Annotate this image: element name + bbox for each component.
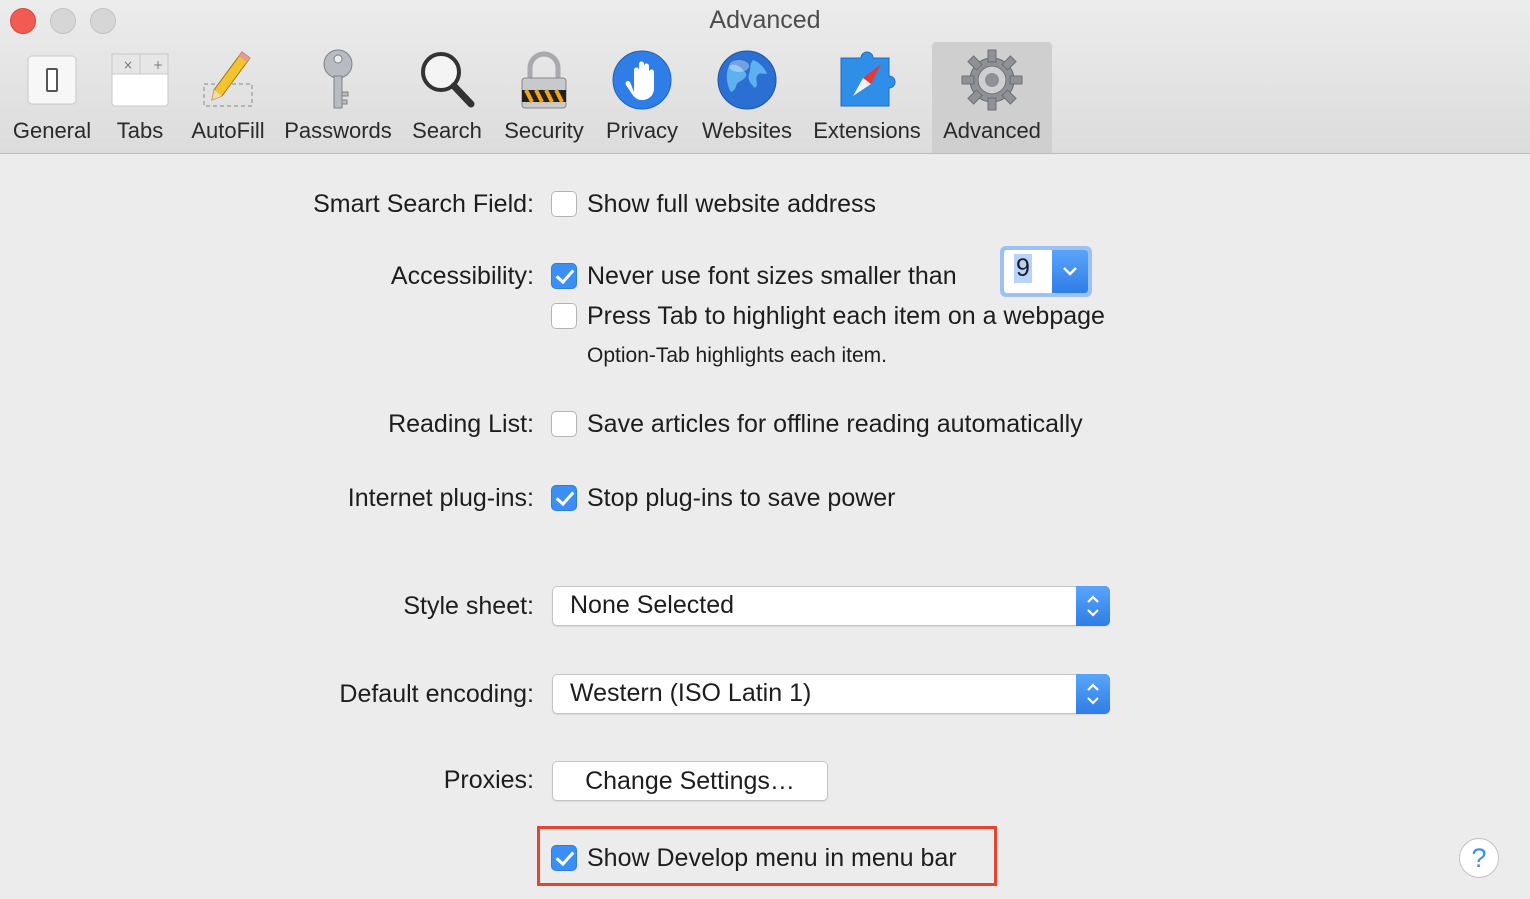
tab-passwords-label: Passwords xyxy=(284,118,392,143)
pencil-icon xyxy=(203,51,253,107)
encoding-label: Default encoding: xyxy=(339,680,534,708)
tab-security-label: Security xyxy=(504,118,584,143)
change-settings-button[interactable]: Change Settings… xyxy=(552,761,828,801)
globe-icon xyxy=(717,50,777,110)
proxies-label: Proxies: xyxy=(443,766,534,794)
tab-advanced-label: Advanced xyxy=(943,118,1041,143)
tab-general-label: General xyxy=(12,118,92,143)
min-font-size-combobox[interactable]: 9 xyxy=(1000,246,1092,297)
tab-extensions[interactable]: Extensions xyxy=(806,42,928,153)
up-down-chevron-icon xyxy=(1087,595,1099,617)
tab-passwords[interactable]: Passwords xyxy=(278,42,398,153)
plugins-label: Internet plug-ins: xyxy=(347,484,534,512)
style-sheet-value: None Selected xyxy=(570,591,735,619)
tab-general[interactable]: General xyxy=(4,42,100,153)
general-switch-icon xyxy=(27,55,77,105)
reading-list-label: Reading List: xyxy=(388,410,534,438)
tab-autofill-label: AutoFill xyxy=(191,118,265,143)
tab-websites[interactable]: Websites xyxy=(692,42,802,153)
tabs-icon: × + xyxy=(111,53,169,107)
show-full-address-option[interactable]: Show full website address xyxy=(587,190,876,219)
tab-advanced[interactable]: Advanced xyxy=(932,42,1052,153)
style-sheet-stepper[interactable] xyxy=(1076,586,1110,626)
puzzle-compass-icon xyxy=(840,51,896,107)
accessibility-label: Accessibility: xyxy=(390,262,534,290)
show-full-address-checkbox[interactable] xyxy=(551,191,577,217)
preferences-toolbar: Advanced General × + Tabs AutoFill Passw… xyxy=(0,0,1530,154)
svg-text:×: × xyxy=(123,58,133,72)
style-sheet-popup[interactable]: None Selected xyxy=(552,586,1110,626)
press-tab-checkbox[interactable] xyxy=(551,303,577,329)
hand-icon xyxy=(612,50,672,110)
stop-plugins-checkbox[interactable] xyxy=(551,485,577,511)
tab-security[interactable]: Security xyxy=(496,42,592,153)
key-icon xyxy=(323,49,353,109)
tab-extensions-label: Extensions xyxy=(813,118,921,143)
show-develop-menu-option[interactable]: Show Develop menu in menu bar xyxy=(587,844,957,873)
svg-text:+: + xyxy=(153,58,163,72)
gear-icon xyxy=(961,49,1023,111)
window-title: Advanced xyxy=(709,6,821,34)
min-font-size-option[interactable]: Never use font sizes smaller than xyxy=(587,262,957,291)
min-font-size-checkbox[interactable] xyxy=(551,263,577,289)
tab-privacy[interactable]: Privacy xyxy=(596,42,688,153)
style-sheet-label: Style sheet: xyxy=(403,592,534,620)
tab-tabs[interactable]: × + Tabs xyxy=(100,42,180,153)
chevron-down-icon xyxy=(1063,267,1077,276)
press-tab-option[interactable]: Press Tab to highlight each item on a we… xyxy=(587,302,1105,331)
font-size-value[interactable]: 9 xyxy=(1014,254,1032,283)
tab-tabs-label: Tabs xyxy=(116,118,164,143)
stop-plugins-option[interactable]: Stop plug-ins to save power xyxy=(587,484,896,513)
help-button[interactable]: ? xyxy=(1459,838,1499,878)
font-size-dropdown-button[interactable] xyxy=(1052,250,1088,293)
save-offline-option[interactable]: Save articles for offline reading automa… xyxy=(587,410,1083,439)
tab-search[interactable]: Search xyxy=(400,42,494,153)
padlock-icon xyxy=(521,51,567,109)
tab-websites-label: Websites xyxy=(701,118,793,143)
smart-search-label: Smart Search Field: xyxy=(313,190,534,218)
show-develop-menu-checkbox[interactable] xyxy=(551,845,577,871)
up-down-chevron-icon xyxy=(1087,683,1099,705)
encoding-value: Western (ISO Latin 1) xyxy=(570,679,812,707)
save-offline-checkbox[interactable] xyxy=(551,411,577,437)
encoding-stepper[interactable] xyxy=(1076,674,1110,714)
magnifier-icon xyxy=(421,52,475,108)
tab-autofill[interactable]: AutoFill xyxy=(180,42,276,153)
encoding-popup[interactable]: Western (ISO Latin 1) xyxy=(552,674,1110,714)
option-tab-hint: Option-Tab highlights each item. xyxy=(587,344,887,367)
tab-privacy-label: Privacy xyxy=(605,118,679,143)
tab-search-label: Search xyxy=(412,118,482,143)
